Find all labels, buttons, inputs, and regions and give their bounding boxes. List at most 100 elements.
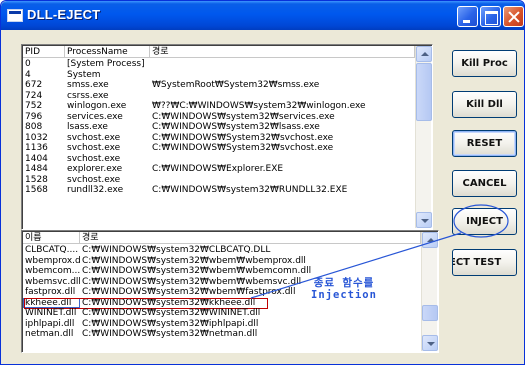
annotation-line-2: Injection (311, 289, 377, 301)
module-row[interactable]: WININET.dll C:₩WINDOWS₩system32₩WININET.d… (23, 308, 421, 319)
pid-cell: 4 (25, 69, 31, 80)
column-header-path[interactable]: 경로 (150, 46, 415, 58)
process-name-cell: svchost.exe (67, 153, 121, 164)
process-path-cell: C:₩WINDOWS₩System32₩svchost.exe (152, 143, 334, 153)
kill-dll-button[interactable]: Kill Dll (452, 91, 517, 118)
process-name-cell: smss.exe (67, 80, 109, 90)
process-row[interactable]: 1404 svchost.exe (23, 154, 415, 165)
kill-proc-button[interactable]: Kill Proc (452, 50, 517, 77)
process-name-cell: System (67, 69, 101, 80)
module-name-cell: CLBCATQ.... (25, 245, 79, 255)
pid-cell: 796 (25, 111, 43, 122)
process-path-cell: C:₩WINDOWS₩system32₩RUNDLL32.EXE (152, 185, 348, 195)
process-name-cell: explorer.exe (67, 164, 123, 174)
module-row[interactable]: CLBCATQ.... C:₩WINDOWS₩system32₩CLBCATQ.D… (23, 245, 421, 256)
scroll-down-arrow-icon[interactable] (416, 212, 432, 228)
process-row[interactable]: 724 csrss.exe (23, 91, 415, 102)
module-name-cell: wbemcom... (25, 266, 80, 276)
process-path-cell (150, 154, 415, 165)
eject-test-label: ECT TEST (452, 257, 502, 268)
dll-eject-window: DLL-EJECT PID ProcessName 경로 0 [System Pr… (0, 0, 525, 365)
module-name-cell: fastprox.dll (25, 287, 76, 297)
scroll-down-arrow-icon[interactable] (422, 335, 438, 351)
module-path-cell: C:₩WINDOWS₩system32₩wbem₩wbemprox.dll (82, 255, 306, 266)
process-row[interactable]: 672 smss.exe ₩SystemRoot₩System32₩smss.exe (23, 80, 415, 91)
close-button[interactable] (503, 6, 524, 27)
process-name-cell: [System Process] (67, 59, 145, 69)
scroll-thumb[interactable] (416, 63, 432, 121)
process-name-cell: lsass.exe (67, 122, 108, 132)
minimize-button[interactable] (457, 6, 478, 27)
maximize-button[interactable] (480, 6, 501, 27)
pid-cell: 1528 (25, 174, 48, 185)
column-header-pid[interactable]: PID (23, 46, 65, 58)
scroll-thumb[interactable] (422, 305, 438, 321)
process-path-cell: C:₩WINDOWS₩system32₩lsass.exe (152, 122, 320, 132)
module-row[interactable]: wbemcom... C:₩WINDOWS₩system32₩wbem₩wbemc… (23, 266, 421, 277)
process-list-rows: 0 [System Process] 4 System 672 smss.exe ₩Syst… (23, 59, 415, 196)
module-path-cell: C:₩WINDOWS₩system32₩WININET.dll (82, 308, 261, 318)
inject-button[interactable]: INJECT (452, 208, 517, 235)
process-name-cell: svchost.exe (67, 132, 121, 143)
process-path-cell (150, 70, 415, 81)
process-row[interactable]: 0 [System Process] (23, 59, 415, 70)
process-row[interactable]: 1568 rundll32.exe C:₩WINDOWS₩system32₩RUND… (23, 185, 415, 196)
process-path-cell: ₩SystemRoot₩System32₩smss.exe (152, 80, 320, 90)
pid-cell: 1568 (25, 185, 48, 195)
process-list[interactable]: PID ProcessName 경로 0 [System Process] 4 Sys… (21, 44, 433, 230)
process-row[interactable]: 4 System (23, 70, 415, 81)
cancel-button[interactable]: CANCEL (452, 170, 517, 197)
module-row[interactable]: wbemprox.dll C:₩WINDOWS₩system32₩wbem₩wbe… (23, 256, 421, 267)
process-list-scrollbar[interactable] (415, 46, 432, 228)
module-list-header: 이름 경로 (23, 232, 421, 244)
process-row[interactable]: 1032 svchost.exe C:₩WINDOWS₩System32₩svcho… (23, 133, 415, 144)
pid-cell: 0 (25, 59, 31, 69)
pid-cell: 808 (25, 122, 43, 132)
process-path-cell: ₩??₩C:₩WINDOWS₩system32₩winlogon.exe (152, 101, 366, 111)
pid-cell: 724 (25, 90, 43, 101)
process-name-cell: svchost.exe (67, 174, 121, 185)
pid-cell: 752 (25, 101, 43, 111)
module-name-cell: wbemsvc.dll (25, 276, 80, 287)
module-row[interactable]: netman.dll C:₩WINDOWS₩system32₩netman.dll (23, 329, 421, 340)
scroll-up-arrow-icon[interactable] (422, 232, 438, 248)
process-row[interactable]: 752 winlogon.exe ₩??₩C:₩WINDOWS₩system32₩w… (23, 101, 415, 112)
column-header-module-path[interactable]: 경로 (80, 232, 421, 244)
pid-cell: 1484 (25, 164, 48, 174)
process-path-cell (150, 59, 415, 70)
module-name-cell: kkheee.dll (23, 297, 80, 308)
eject-test-button[interactable]: ECT TEST (452, 249, 517, 276)
process-row[interactable]: 1136 svchost.exe C:₩WINDOWS₩System32₩svcho… (23, 143, 415, 154)
module-list-scrollbar[interactable] (421, 232, 438, 351)
column-header-module-name[interactable]: 이름 (23, 232, 80, 244)
pid-cell: 1404 (25, 153, 48, 164)
process-path-cell (150, 91, 415, 102)
module-row[interactable]: iphlpapi.dll C:₩WINDOWS₩system32₩iphlpapi… (23, 319, 421, 330)
title-bar[interactable]: DLL-EJECT (1, 1, 524, 30)
module-path-cell: C:₩WINDOWS₩system32₩CLBCATQ.DLL (82, 245, 271, 255)
module-path-cell: C:₩WINDOWS₩system32₩iphlpapi.dll (82, 318, 259, 329)
process-row[interactable]: 808 lsass.exe C:₩WINDOWS₩system32₩lsass.ex… (23, 122, 415, 133)
module-name-cell: iphlpapi.dll (25, 318, 75, 329)
process-row[interactable]: 1528 svchost.exe (23, 175, 415, 186)
scroll-up-arrow-icon[interactable] (416, 46, 432, 62)
process-path-cell (150, 175, 415, 186)
process-name-cell: rundll32.exe (67, 185, 124, 195)
column-header-process-name[interactable]: ProcessName (65, 46, 150, 58)
window-title: DLL-EJECT (27, 7, 101, 22)
pid-cell: 672 (25, 80, 43, 90)
process-name-cell: svchost.exe (67, 143, 121, 153)
module-path-cell: C:₩WINDOWS₩system32₩wbem₩wbemcomn.dll (82, 266, 312, 276)
process-row[interactable]: 1484 explorer.exe C:₩WINDOWS₩Explorer.EXE (23, 164, 415, 175)
process-path-cell: C:₩WINDOWS₩Explorer.EXE (152, 164, 284, 174)
pid-cell: 1032 (25, 132, 48, 143)
process-row[interactable]: 796 services.exe C:₩WINDOWS₩system32₩servi… (23, 112, 415, 123)
reset-button[interactable]: RESET (452, 130, 517, 157)
module-name-cell: wbemprox.dll (25, 255, 80, 266)
module-name-cell: netman.dll (25, 329, 74, 339)
module-name-cell: WININET.dll (25, 308, 77, 318)
module-path-cell: C:₩WINDOWS₩system32₩netman.dll (82, 329, 258, 339)
process-list-header: PID ProcessName 경로 (23, 46, 415, 58)
annotation-line-1: 종료 함수를 (313, 277, 375, 289)
process-name-cell: csrss.exe (67, 90, 109, 101)
